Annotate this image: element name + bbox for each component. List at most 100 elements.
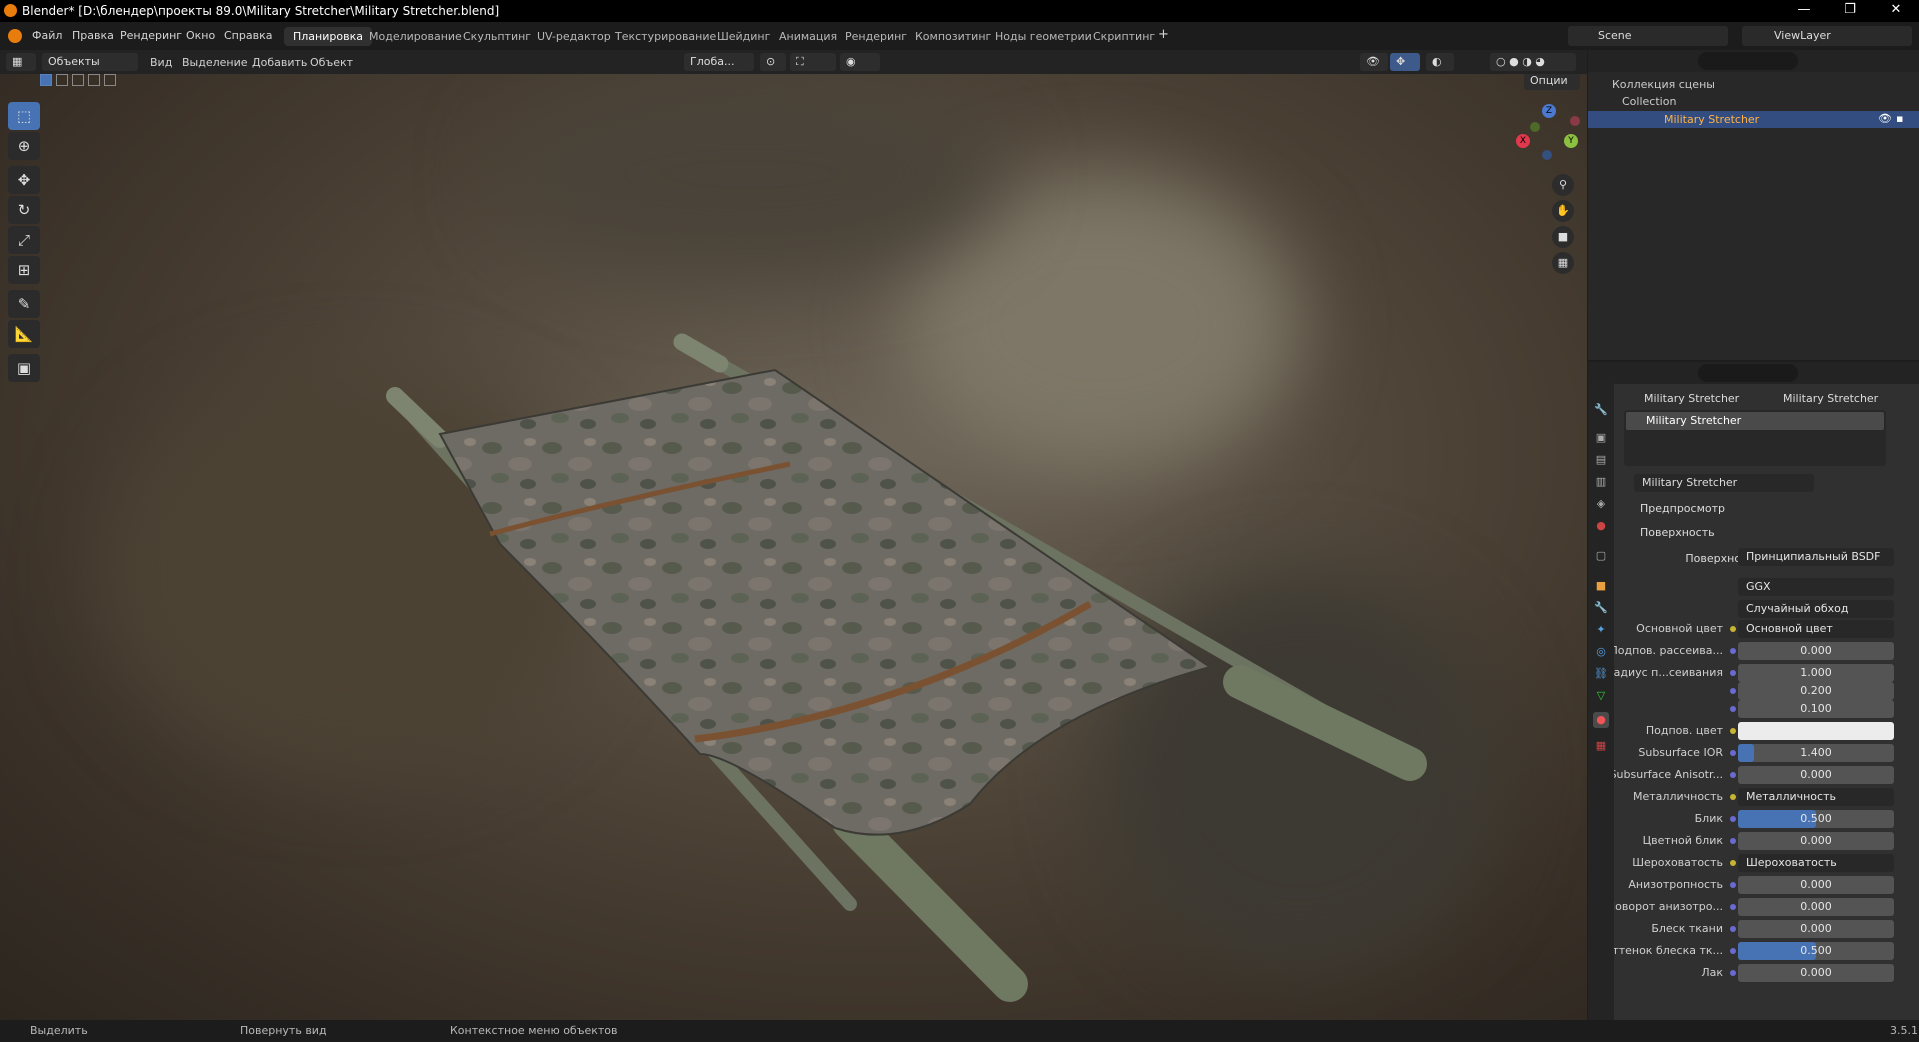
menu-select[interactable]: Выделение: [182, 56, 248, 69]
distribution-dropdown[interactable]: GGX: [1738, 578, 1894, 596]
proportional-edit-icon[interactable]: ◉: [840, 53, 880, 71]
socket-dot-icon[interactable]: [1730, 688, 1736, 694]
socket-dot-icon[interactable]: [1730, 926, 1736, 932]
gizmo-z-axis[interactable]: Z: [1542, 104, 1556, 118]
minimize-button[interactable]: —: [1781, 0, 1827, 22]
add-workspace-button[interactable]: +: [1158, 27, 1169, 42]
socket-dot-icon[interactable]: [1730, 728, 1736, 734]
property-field[interactable]: 0.000: [1738, 642, 1894, 660]
annotate-tool-icon[interactable]: ✎: [8, 290, 40, 318]
socket-dot-icon[interactable]: [1730, 816, 1736, 822]
move-tool-icon[interactable]: ✥: [8, 166, 40, 194]
blender-menu-icon[interactable]: [8, 29, 22, 43]
tab-shading[interactable]: Шейдинг: [708, 27, 779, 46]
surface-shader-field[interactable]: Принципиальный BSDF: [1738, 548, 1894, 566]
select-box-tool-icon[interactable]: ⬚: [8, 102, 40, 130]
add-cube-tool-icon[interactable]: ▣: [8, 354, 40, 382]
menu-window[interactable]: Окно: [186, 29, 215, 42]
texture-tab-icon[interactable]: ▦: [1593, 738, 1609, 754]
transform-tool-icon[interactable]: ⊞: [8, 256, 40, 284]
render-tab-icon[interactable]: ▣: [1593, 430, 1609, 446]
constraints-tab-icon[interactable]: ⛓: [1593, 666, 1609, 682]
property-field[interactable]: [1738, 722, 1894, 740]
pivot-icon[interactable]: ⊙: [760, 53, 786, 71]
tab-layout[interactable]: Планировка: [284, 27, 372, 46]
mode-selector[interactable]: Объекты: [42, 53, 138, 71]
gizmo-neg-x[interactable]: [1570, 116, 1580, 126]
overlay-icon[interactable]: ◐: [1426, 53, 1454, 71]
visibility-icon[interactable]: 👁: [1360, 53, 1388, 71]
visibility-eye-icon[interactable]: 👁: [1878, 112, 1892, 125]
editor-type-selector[interactable]: ▦: [6, 53, 36, 71]
gizmo-toggle-icon[interactable]: ✥: [1390, 53, 1420, 71]
property-field[interactable]: 1.000: [1738, 664, 1894, 682]
gizmo-neg-y[interactable]: [1530, 122, 1540, 132]
tab-scripting[interactable]: Скриптинг: [1084, 27, 1164, 46]
gizmo-x-axis[interactable]: X: [1516, 134, 1530, 148]
particles-tab-icon[interactable]: ✦: [1593, 622, 1609, 638]
view-layer-tab-icon[interactable]: ▥: [1593, 474, 1609, 490]
property-field[interactable]: Шероховатость: [1738, 854, 1894, 872]
transform-orientation[interactable]: Глоба...: [684, 53, 754, 71]
view-layer-selector[interactable]: ViewLayer: [1742, 26, 1912, 46]
properties-search-input[interactable]: [1698, 364, 1798, 382]
scene-collection-label[interactable]: Коллекция сцены: [1612, 78, 1715, 91]
property-field[interactable]: 0.000: [1738, 832, 1894, 850]
world-tab-icon[interactable]: ●: [1593, 518, 1609, 534]
menu-edit[interactable]: Правка: [72, 29, 114, 42]
gizmo-neg-z[interactable]: [1542, 150, 1552, 160]
shading-mode-icons[interactable]: ○ ● ◑ ◕: [1490, 53, 1576, 71]
menu-add[interactable]: Добавить: [252, 56, 307, 69]
socket-dot-icon[interactable]: [1730, 626, 1736, 632]
property-field[interactable]: 0.000: [1738, 964, 1894, 982]
stretcher-model[interactable]: [0, 74, 1587, 1020]
physics-tab-icon[interactable]: ◎: [1593, 644, 1609, 660]
property-field[interactable]: 0.000: [1738, 920, 1894, 938]
snap-icon[interactable]: ⛶: [790, 53, 836, 71]
pan-hand-icon[interactable]: ✋: [1552, 200, 1574, 222]
socket-dot-icon[interactable]: [1730, 648, 1736, 654]
output-tab-icon[interactable]: ▤: [1593, 452, 1609, 468]
scene-selector[interactable]: Scene: [1568, 26, 1728, 46]
property-field[interactable]: 0.500: [1738, 810, 1894, 828]
menu-file[interactable]: Файл: [32, 29, 62, 42]
property-field[interactable]: 1.400: [1738, 744, 1894, 762]
socket-dot-icon[interactable]: [1730, 772, 1736, 778]
navigation-gizmo[interactable]: Z Y X: [1512, 98, 1582, 168]
socket-dot-icon[interactable]: [1730, 882, 1736, 888]
close-button[interactable]: ✕: [1873, 0, 1919, 22]
socket-dot-icon[interactable]: [1730, 948, 1736, 954]
preview-section[interactable]: Предпросмотр: [1640, 502, 1725, 515]
gizmo-y-axis[interactable]: Y: [1564, 134, 1578, 148]
subsurface-method-dropdown[interactable]: Случайный обход: [1738, 600, 1894, 618]
material-slot-list[interactable]: Military Stretcher: [1624, 410, 1886, 466]
modifier-tab-icon[interactable]: 🔧: [1593, 600, 1609, 616]
property-field[interactable]: 0.000: [1738, 876, 1894, 894]
tool-tab-icon[interactable]: 🔧: [1593, 402, 1609, 418]
socket-dot-icon[interactable]: [1730, 838, 1736, 844]
property-field[interactable]: 0.500: [1738, 942, 1894, 960]
surface-section[interactable]: Поверхность: [1640, 526, 1715, 539]
material-name-field[interactable]: Military Stretcher: [1634, 474, 1814, 492]
render-camera-icon[interactable]: ▪: [1896, 112, 1903, 125]
tab-animation[interactable]: Анимация: [770, 27, 846, 46]
rotate-tool-icon[interactable]: ↻: [8, 196, 40, 224]
outliner-selected-row[interactable]: Military Stretcher 👁 ▪: [1588, 111, 1919, 128]
socket-dot-icon[interactable]: [1730, 794, 1736, 800]
menu-help[interactable]: Справка: [224, 29, 272, 42]
outliner-search-input[interactable]: [1698, 52, 1798, 70]
scene-tab-icon[interactable]: ◈: [1593, 496, 1609, 512]
tab-rendering[interactable]: Рендеринг: [836, 27, 916, 46]
socket-dot-icon[interactable]: [1730, 670, 1736, 676]
cursor-tool-icon[interactable]: ⊕: [8, 132, 40, 160]
menu-render[interactable]: Рендеринг: [120, 29, 182, 42]
property-field[interactable]: 0.000: [1738, 766, 1894, 784]
socket-dot-icon[interactable]: [1730, 860, 1736, 866]
object-tab-icon[interactable]: ■: [1593, 578, 1609, 594]
measure-tool-icon[interactable]: 📐: [8, 320, 40, 348]
property-field[interactable]: 0.200: [1738, 682, 1894, 700]
material-slot-row[interactable]: Military Stretcher: [1626, 412, 1884, 430]
collection-row[interactable]: Collection: [1622, 95, 1676, 108]
scale-tool-icon[interactable]: ⤢: [8, 226, 40, 254]
socket-dot-icon[interactable]: [1730, 706, 1736, 712]
